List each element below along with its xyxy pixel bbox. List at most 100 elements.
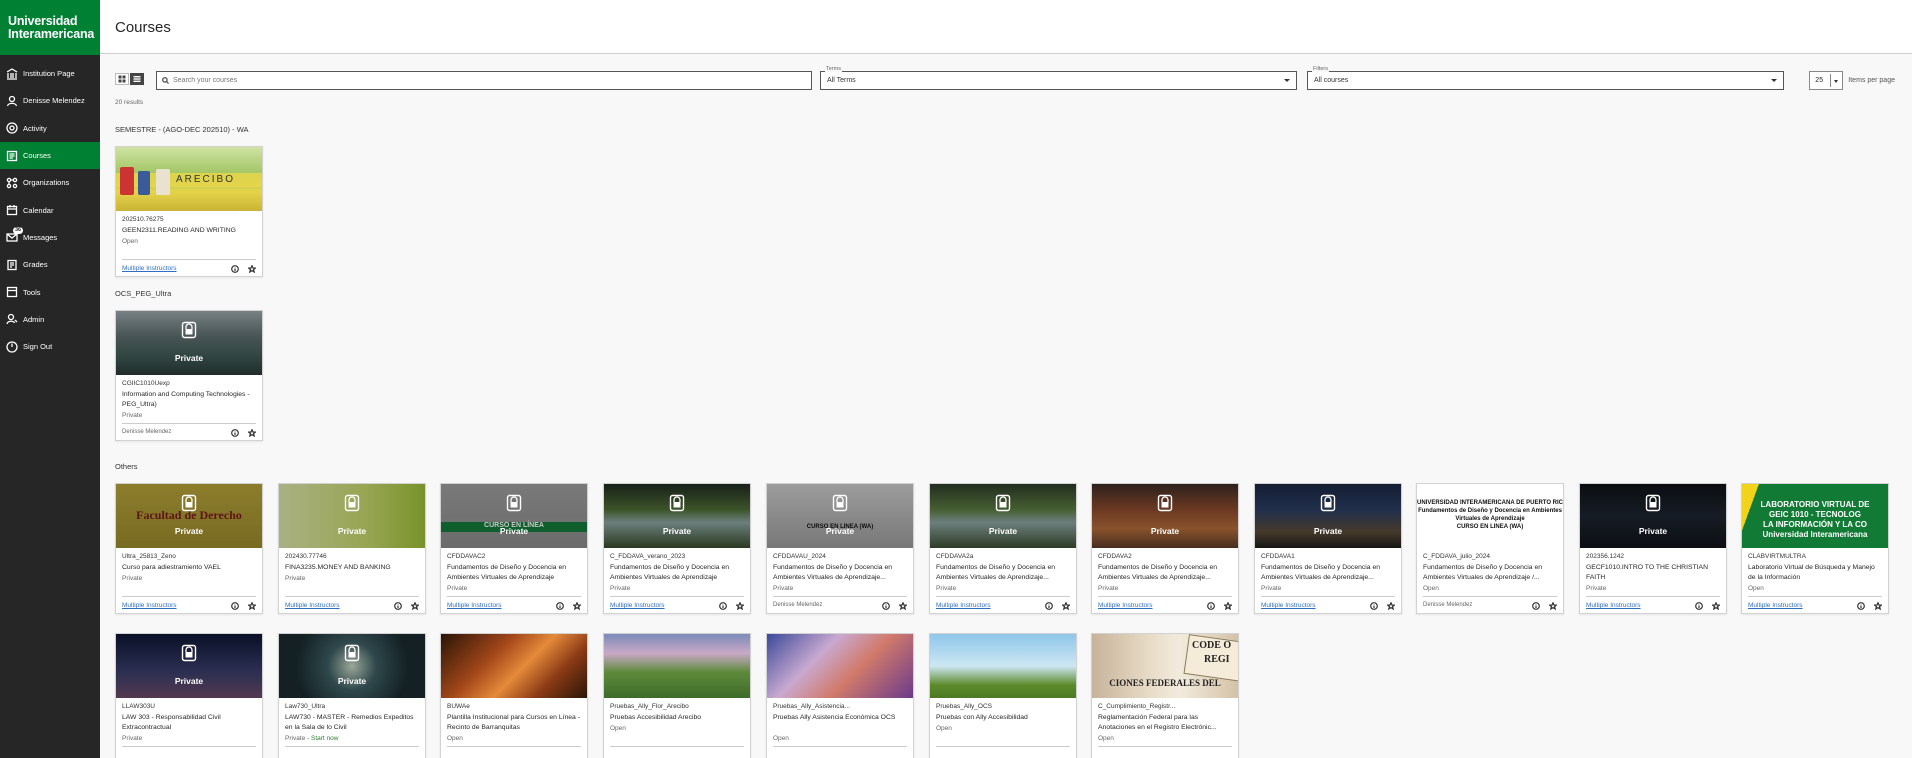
nav-item-organizations[interactable]: Organizations [0, 169, 100, 196]
star-icon[interactable] [409, 601, 421, 612]
course-name[interactable]: FINA3235.MONEY AND BANKING [285, 563, 421, 573]
course-card[interactable]: Private 202356.1242 GECF1010.INTRO TO THE … [1579, 483, 1727, 614]
course-name[interactable]: Fundamentos de Diseño y Docencia en Ambi… [936, 563, 1072, 582]
start-now-link[interactable]: - Start now [305, 735, 338, 742]
info-icon[interactable] [394, 602, 402, 612]
star-icon[interactable] [1710, 601, 1722, 612]
course-thumbnail[interactable]: Private [1092, 484, 1238, 548]
course-thumbnail[interactable]: LABORATORIO VIRTUAL DE GEIC 1010 - TECNOL… [1742, 484, 1888, 548]
course-name[interactable]: LAW730 - MASTER - Remedios Expeditos en … [285, 713, 421, 732]
list-view-button[interactable] [130, 73, 144, 85]
instructor-link[interactable]: Multiple Instructors [610, 602, 665, 609]
nav-item-activity[interactable]: Activity [0, 115, 100, 142]
nav-item-institution-page[interactable]: Institution Page [0, 60, 100, 87]
course-thumbnail[interactable]: Private [116, 634, 262, 698]
star-icon[interactable] [1060, 601, 1072, 612]
course-name[interactable]: Pruebas Ally Asistencia Económica OCS [773, 713, 909, 723]
instructor-link[interactable]: Denisse Melendez [1423, 602, 1472, 608]
instructor-link[interactable]: Multiple Instructors [1748, 602, 1803, 609]
brand-logo[interactable]: Universidad Interamericana [0, 0, 100, 55]
star-icon[interactable] [1222, 601, 1234, 612]
course-thumbnail[interactable] [604, 634, 750, 698]
course-card[interactable]: UNIVERSIDAD INTERAMERICANA DE PUERTO RIC… [1416, 483, 1564, 614]
course-name[interactable]: GECF1010.INTRO TO THE CHRISTIAN FAITH [1586, 563, 1722, 582]
course-thumbnail[interactable]: ARECIBO [116, 147, 262, 211]
nav-item-courses[interactable]: Courses [0, 141, 100, 170]
nav-item-tools[interactable]: Tools [0, 278, 100, 305]
course-name[interactable]: Fundamentos de Diseño y Docencia en Ambi… [1098, 563, 1234, 582]
star-icon[interactable] [897, 601, 909, 612]
star-icon[interactable] [571, 601, 583, 612]
course-name[interactable]: Pruebas con Ally Accesibilidad [936, 713, 1072, 723]
course-thumbnail[interactable]: Private [1580, 484, 1726, 548]
instructor-link[interactable]: Multiple Instructors [1586, 602, 1641, 609]
course-name[interactable]: Fundamentos de Diseño y Docencia en Ambi… [1261, 563, 1397, 582]
course-card[interactable]: Private CFDDAVA2a Fundamentos de Diseño y … [929, 483, 1077, 614]
course-card[interactable]: BUWAe Plantilla Institucional para Cursos… [440, 633, 588, 758]
info-icon[interactable] [231, 602, 239, 612]
course-name[interactable]: Fundamentos de Diseño y Docencia en Ambi… [773, 563, 909, 582]
course-card[interactable]: Facultad de Derecho Private Ultra_25813_Ze… [115, 483, 263, 614]
nav-item-grades[interactable]: Grades [0, 251, 100, 278]
info-icon[interactable] [719, 602, 727, 612]
star-icon[interactable] [246, 428, 258, 439]
instructor-link[interactable]: Multiple Instructors [1261, 602, 1316, 609]
course-card[interactable]: Pruebas_Ally_Asistencia... Pruebas Ally A… [766, 633, 914, 758]
instructor-link[interactable]: Multiple Instructors [122, 602, 177, 609]
terms-select[interactable]: Terms All Terms [820, 66, 1297, 90]
instructor-link[interactable]: Multiple Instructors [447, 602, 502, 609]
instructor-link[interactable]: Denisse Melendez [773, 602, 822, 608]
course-thumbnail[interactable]: Private [279, 634, 425, 698]
instructor-link[interactable]: Multiple Instructors [1098, 602, 1153, 609]
course-thumbnail[interactable]: Private [1255, 484, 1401, 548]
star-icon[interactable] [246, 601, 258, 612]
info-icon[interactable] [1695, 602, 1703, 612]
course-thumbnail[interactable] [930, 634, 1076, 698]
course-thumbnail[interactable]: UNIVERSIDAD INTERAMERICANA DE PUERTO RIC… [1417, 484, 1563, 548]
course-card[interactable]: Pruebas_Ally_OCS Pruebas con Ally Accesib… [929, 633, 1077, 758]
info-icon[interactable] [556, 602, 564, 612]
nav-item-calendar[interactable]: Calendar [0, 196, 100, 223]
course-name[interactable]: Fundamentos de Diseño y Docencia en Ambi… [1423, 563, 1559, 582]
info-icon[interactable] [1532, 602, 1540, 612]
info-icon[interactable] [1207, 602, 1215, 612]
course-thumbnail[interactable] [767, 634, 913, 698]
course-name[interactable]: Reglamentación Federal para las Anotacio… [1098, 713, 1234, 732]
course-thumbnail[interactable]: CODE O REGI CIONES FEDERALES DEL [1092, 634, 1238, 698]
course-thumbnail[interactable]: Private [604, 484, 750, 548]
info-icon[interactable] [1370, 602, 1378, 612]
instructor-link[interactable]: Denisse Melendez [122, 429, 171, 435]
nav-item-messages[interactable]: 36 Messages [0, 224, 100, 251]
info-icon[interactable] [1045, 602, 1053, 612]
instructor-link[interactable]: Multiple Instructors [936, 602, 991, 609]
course-thumbnail[interactable]: Private [930, 484, 1076, 548]
course-card[interactable]: Private C_FDDAVA_verano_2023 Fundamentos d… [603, 483, 751, 614]
course-name[interactable]: Laboratorio Virtual de Búsqueda y Manejo… [1748, 563, 1884, 582]
info-icon[interactable] [231, 429, 239, 439]
nav-item-sign-out[interactable]: Sign Out [0, 333, 100, 360]
course-card[interactable]: LABORATORIO VIRTUAL DE GEIC 1010 - TECNOL… [1741, 483, 1889, 614]
course-thumbnail[interactable] [441, 634, 587, 698]
info-icon[interactable] [231, 265, 239, 275]
course-card[interactable]: Private LLAW303U LAW 303 - Responsabilidad… [115, 633, 263, 758]
star-icon[interactable] [1547, 601, 1559, 612]
course-card[interactable]: Private CFDDAVA1 Fundamentos de Diseño y D… [1254, 483, 1402, 614]
course-name[interactable]: Fundamentos de Diseño y Docencia en Ambi… [447, 563, 583, 582]
course-thumbnail[interactable]: Facultad de Derecho Private [116, 484, 262, 548]
search-input[interactable] [173, 77, 773, 84]
info-icon[interactable] [1857, 602, 1865, 612]
star-icon[interactable] [1385, 601, 1397, 612]
course-card[interactable]: Pruebas_Ally_Flor_Arecibo Pruebas Accesib… [603, 633, 751, 758]
course-thumbnail[interactable]: CURSO EN LINEA (WA) Private [767, 484, 913, 548]
course-card[interactable]: CODE O REGI CIONES FEDERALES DEL C_Cumplimi… [1091, 633, 1239, 758]
course-name[interactable]: Plantilla Institucional para Cursos en L… [447, 713, 583, 732]
course-thumbnail[interactable]: Private [116, 311, 262, 375]
star-icon[interactable] [734, 601, 746, 612]
instructor-link[interactable]: Multiple Instructors [122, 265, 177, 272]
course-card[interactable]: CURSO EN LÍNEA Private CFDDAVAC2 Fundamento… [440, 483, 588, 614]
nav-item-admin[interactable]: Admin [0, 306, 100, 333]
nav-item-profile[interactable]: Denisse Melendez [0, 87, 100, 114]
course-card[interactable]: Private 202430.77746 FINA3235.MONEY AND BA… [278, 483, 426, 614]
search-box[interactable] [156, 71, 812, 90]
course-name[interactable]: Curso para adiestramiento VAEL [122, 563, 258, 573]
